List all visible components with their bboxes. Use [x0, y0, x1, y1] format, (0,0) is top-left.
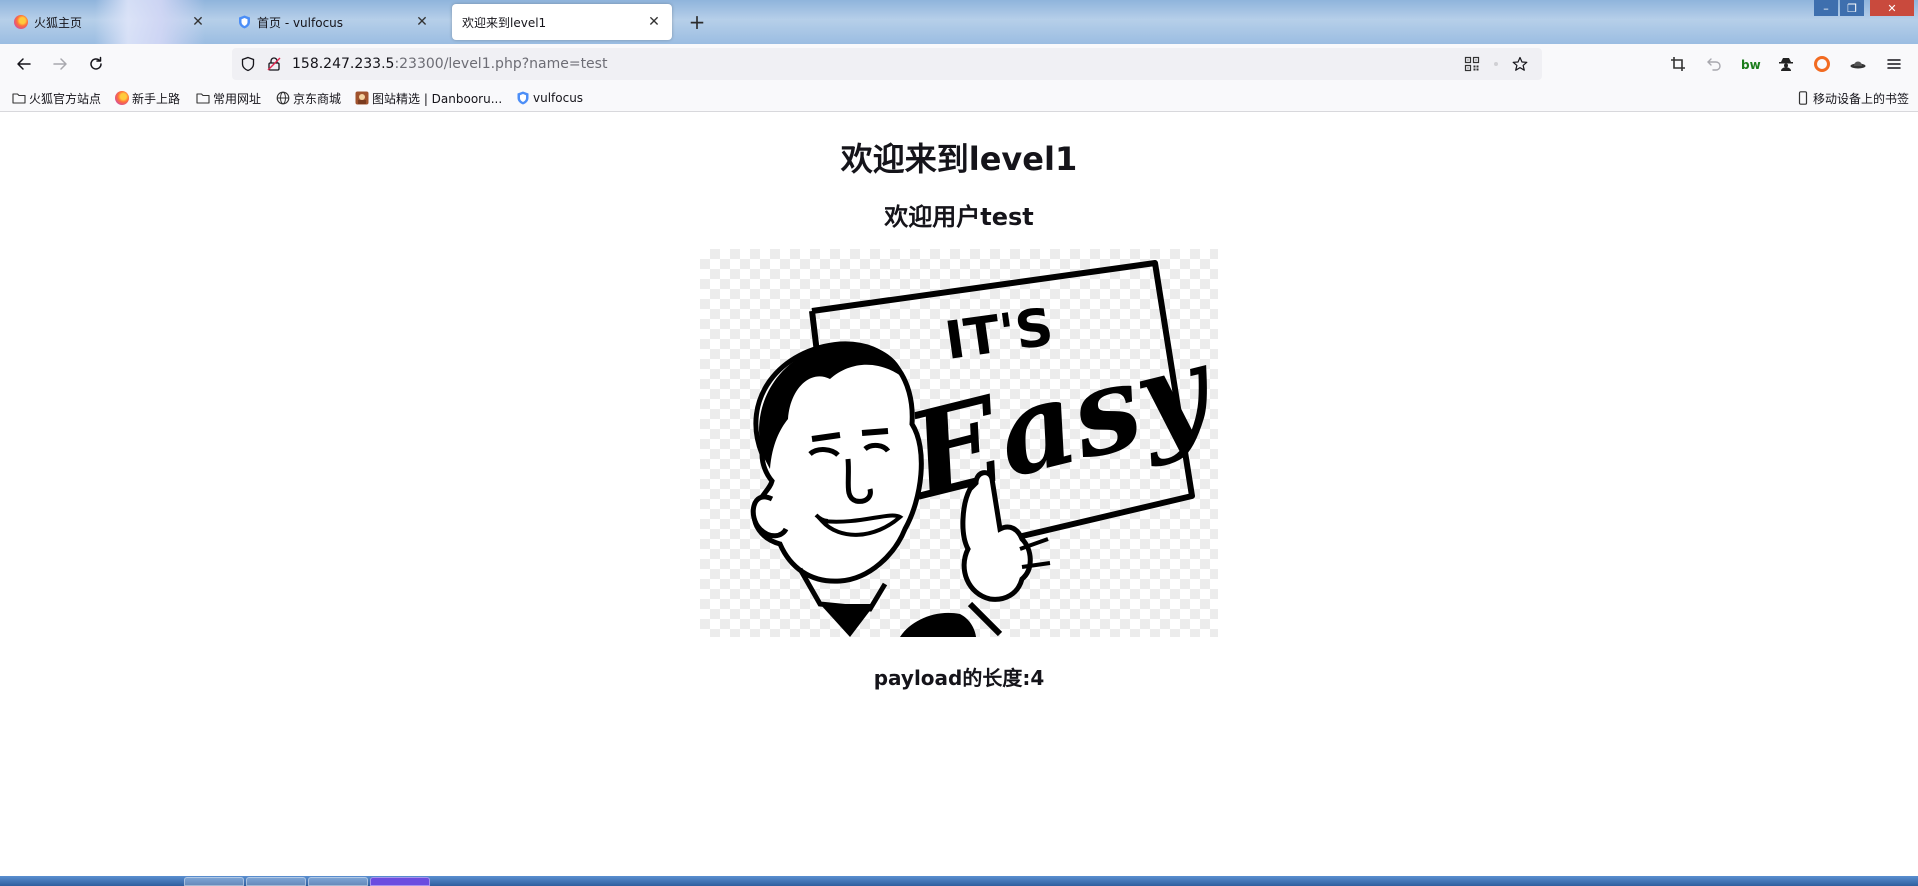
- new-tab-button[interactable]: +: [683, 8, 711, 36]
- its-easy-image: IT'S Easy: [700, 249, 1228, 637]
- close-tab-icon[interactable]: ✕: [414, 14, 430, 30]
- reader-dot-icon: [1494, 62, 1498, 66]
- bookmark-common-sites[interactable]: 常用网址: [196, 89, 261, 107]
- globe-icon: [276, 91, 290, 105]
- hamburger-menu-icon: [1887, 59, 1901, 69]
- taskbar-item[interactable]: [184, 877, 244, 886]
- undo-icon: [1707, 58, 1721, 71]
- back-button[interactable]: [10, 50, 38, 78]
- url-host: 158.247.233.5: [292, 56, 395, 72]
- taskbar-item[interactable]: [308, 877, 368, 886]
- bookmark-label: 移动设备上的书签: [1813, 91, 1910, 106]
- orange-circle-icon: [1814, 56, 1830, 72]
- forward-button[interactable]: [46, 50, 74, 78]
- hat-extension-button[interactable]: [1848, 54, 1868, 74]
- bookmark-label: 图站精选 | Danbooru...: [372, 91, 503, 106]
- app-menu-button[interactable]: [1884, 54, 1904, 74]
- qr-code-icon[interactable]: [1464, 56, 1480, 72]
- tab-strip: 火狐主页 ✕ 首页 - vulfocus ✕ 欢迎来到level1 ✕ + – …: [0, 0, 1918, 44]
- bookmark-label: 京东商城: [293, 91, 342, 106]
- bookmarks-toolbar: 火狐官方站点 新手上路 常用网址 京东商城 图站精选 | Danbooru...…: [0, 84, 1918, 112]
- tracking-protection-shield-icon[interactable]: [240, 56, 256, 72]
- bookmark-danbooru[interactable]: 图站精选 | Danbooru...: [355, 89, 502, 107]
- spy-icon: [1779, 58, 1793, 71]
- record-extension-button[interactable]: [1812, 54, 1832, 74]
- bookmark-star-icon[interactable]: [1512, 56, 1528, 72]
- bookmark-label: vulfocus: [533, 91, 584, 105]
- tab-level1[interactable]: 欢迎来到level1 ✕: [452, 4, 672, 40]
- minimize-button[interactable]: –: [1814, 0, 1838, 16]
- tab-firefox-home[interactable]: 火狐主页 ✕: [4, 4, 216, 40]
- bookmark-label: 常用网址: [213, 91, 262, 106]
- bookmark-jd-mall[interactable]: 京东商城: [276, 89, 341, 107]
- privacy-extension-button[interactable]: [1776, 54, 1796, 74]
- page-content: 欢迎来到level1 欢迎用户test IT'S Easy payload的长度…: [0, 112, 1918, 876]
- tab-label: 欢迎来到level1: [462, 15, 547, 30]
- insecure-lock-icon[interactable]: [266, 56, 282, 72]
- its-easy-illustration: IT'S Easy: [750, 260, 1228, 637]
- bw-extension-button[interactable]: bw: [1740, 54, 1762, 74]
- shield-icon: [517, 91, 529, 105]
- folder-icon: [12, 93, 26, 104]
- firefox-icon: [115, 91, 129, 105]
- url-path: :23300/level1.php?name=test: [394, 56, 608, 72]
- close-window-button[interactable]: ✕: [1870, 0, 1914, 16]
- mobile-device-icon: [1798, 91, 1808, 105]
- bookmark-firefox-official[interactable]: 火狐官方站点: [12, 89, 101, 107]
- address-bar[interactable]: 158.247.233.5:23300/level1.php?name=test: [232, 48, 1542, 80]
- screenshot-crop-button[interactable]: [1668, 54, 1688, 74]
- bookmark-vulfocus[interactable]: vulfocus: [516, 89, 583, 107]
- taskbar-item[interactable]: [246, 877, 306, 886]
- danbooru-icon: [355, 91, 369, 105]
- hat-icon: [1850, 61, 1866, 69]
- page-title: 欢迎来到level1: [840, 140, 1078, 178]
- reload-icon: [90, 56, 102, 70]
- os-taskbar: [0, 876, 1918, 886]
- folder-icon: [196, 93, 210, 104]
- svg-text:bw: bw: [1741, 58, 1761, 72]
- close-tab-icon[interactable]: ✕: [190, 14, 206, 30]
- payload-length-text: payload的长度:4: [873, 666, 1045, 690]
- navigation-toolbar: 158.247.233.5:23300/level1.php?name=test: [0, 44, 1918, 84]
- bookmark-getting-started[interactable]: 新手上路: [115, 89, 180, 107]
- crop-icon: [1671, 57, 1685, 71]
- bookmark-label: 火狐官方站点: [29, 91, 102, 106]
- mobile-bookmarks-folder[interactable]: 移动设备上的书签: [1796, 89, 1909, 107]
- bw-extension-icon: bw: [1741, 58, 1761, 72]
- undo-button[interactable]: [1704, 54, 1724, 74]
- back-arrow-icon: [17, 58, 31, 70]
- forward-arrow-icon: [53, 58, 67, 70]
- tab-label: 火狐主页: [34, 15, 83, 30]
- close-tab-icon[interactable]: ✕: [646, 14, 662, 30]
- taskbar-item[interactable]: [370, 877, 430, 886]
- reload-button[interactable]: [82, 50, 110, 78]
- welcome-heading: 欢迎用户test: [884, 203, 1034, 231]
- shield-icon: [239, 15, 250, 29]
- maximize-button[interactable]: ❐: [1840, 0, 1864, 16]
- firefox-icon: [14, 15, 28, 29]
- tab-label: 首页 - vulfocus: [257, 15, 344, 30]
- tab-vulfocus[interactable]: 首页 - vulfocus ✕: [228, 4, 440, 40]
- bookmark-label: 新手上路: [132, 91, 181, 106]
